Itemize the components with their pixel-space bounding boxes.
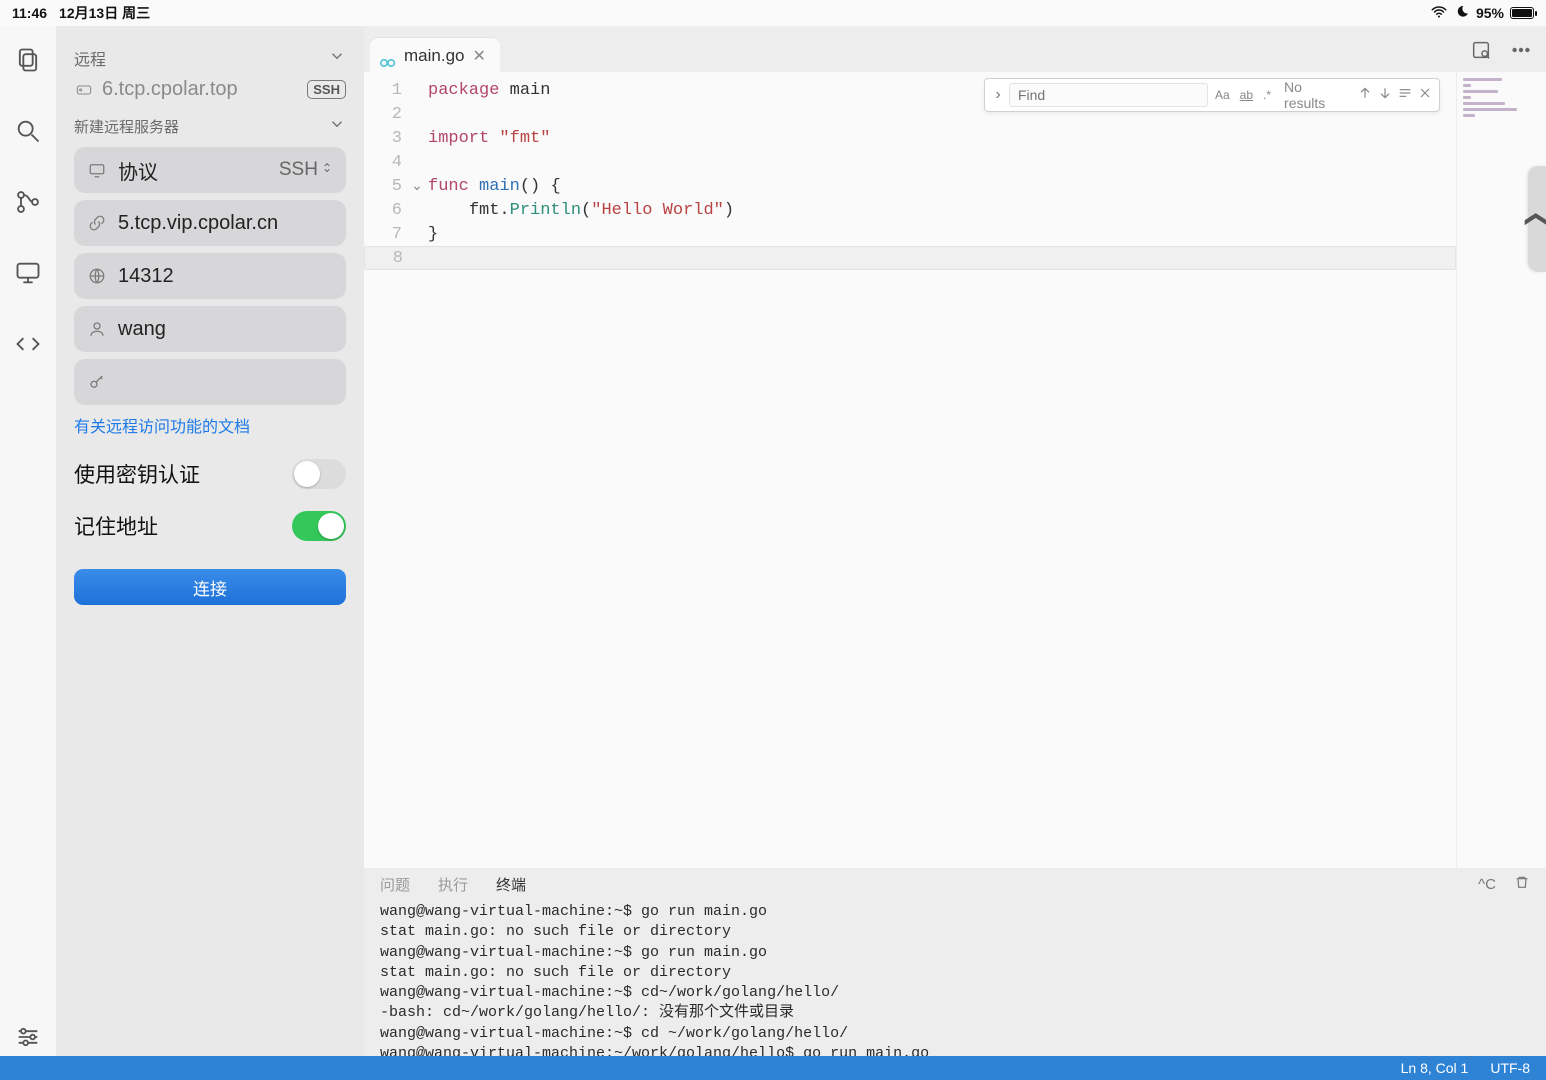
terminal-line: -bash: cd~/work/golang/hello/: 没有那个文件或目录 xyxy=(380,1003,1530,1023)
find-bar: › Aa ab .* No results xyxy=(984,78,1440,112)
terminal[interactable]: wang@wang-virtual-machine:~$ go run main… xyxy=(364,900,1546,1056)
encoding[interactable]: UTF-8 xyxy=(1490,1060,1530,1076)
preview-icon[interactable] xyxy=(1470,39,1492,66)
right-drawer-handle[interactable]: ❮ xyxy=(1528,166,1546,272)
tab-close-icon[interactable]: ✕ xyxy=(472,46,485,66)
find-close-icon[interactable] xyxy=(1417,85,1433,106)
trash-icon[interactable] xyxy=(1514,874,1530,894)
protocol-field[interactable]: 协议 SSH xyxy=(74,147,346,193)
search-icon[interactable] xyxy=(14,117,42,150)
port-value: 14312 xyxy=(118,265,174,288)
connect-button[interactable]: 连接 xyxy=(74,569,346,605)
settings-sliders-icon[interactable] xyxy=(14,1023,42,1056)
code-icon[interactable] xyxy=(14,330,42,363)
new-server-title: 新建远程服务器 xyxy=(74,116,179,137)
terminal-line: stat main.go: no such file or directory xyxy=(380,963,1530,983)
panel-shortcut-label: ^C xyxy=(1478,876,1496,893)
remote-docs-link[interactable]: 有关远程访问功能的文档 xyxy=(74,413,346,437)
code-line[interactable]: 4 xyxy=(364,150,1456,174)
editor-tabbar: main.go ✕ xyxy=(364,26,1546,72)
code-editor[interactable]: 1package main23import "fmt"45⌄func main(… xyxy=(364,72,1456,868)
panel-tab-run[interactable]: 执行 xyxy=(438,874,468,895)
find-next-icon[interactable] xyxy=(1377,85,1393,106)
find-regex-icon[interactable]: .* xyxy=(1260,88,1274,102)
protocol-value: SSH xyxy=(279,159,318,181)
host-field[interactable]: 5.tcp.vip.cpolar.cn xyxy=(74,200,346,246)
find-results-label: No results xyxy=(1278,79,1353,111)
find-input[interactable] xyxy=(1009,83,1208,107)
code-line[interactable]: 8 xyxy=(364,246,1456,270)
activity-bar xyxy=(0,26,56,1056)
panel-tab-terminal[interactable]: 终端 xyxy=(496,874,526,895)
panel-tab-problems[interactable]: 问题 xyxy=(380,874,410,895)
clock: 11:46 xyxy=(12,5,47,21)
saved-host-row[interactable]: 6.tcp.cpolar.top SSH xyxy=(74,78,346,101)
find-selection-icon[interactable] xyxy=(1397,85,1413,106)
updown-icon xyxy=(322,162,332,178)
remote-section-title: 远程 xyxy=(74,46,106,70)
protocol-label: 协议 xyxy=(118,156,158,185)
wifi-icon xyxy=(1430,3,1448,24)
source-control-icon[interactable] xyxy=(14,188,42,221)
ssh-badge: SSH xyxy=(307,80,346,99)
date: 12月13日 周三 xyxy=(59,3,150,23)
moon-icon xyxy=(1454,4,1470,23)
find-prev-icon[interactable] xyxy=(1357,85,1373,106)
remember-address-label: 记住地址 xyxy=(74,511,158,541)
ios-status-bar: 11:46 12月13日 周三 95% xyxy=(0,0,1546,26)
port-field[interactable]: 14312 xyxy=(74,253,346,299)
remote-icon[interactable] xyxy=(14,259,42,292)
terminal-line: wang@wang-virtual-machine:~$ go run main… xyxy=(380,902,1530,922)
code-line[interactable]: 6 fmt.Println("Hello World") xyxy=(364,198,1456,222)
chevron-down-icon[interactable] xyxy=(328,115,346,137)
terminal-line: wang@wang-virtual-machine:~/work/golang/… xyxy=(380,1044,1530,1056)
find-case-icon[interactable]: Aa xyxy=(1212,88,1233,102)
files-icon[interactable] xyxy=(14,46,42,79)
use-key-auth-label: 使用密钥认证 xyxy=(74,459,200,489)
more-icon[interactable] xyxy=(1510,39,1532,66)
tab-filename: main.go xyxy=(404,46,464,66)
find-expand-icon[interactable]: › xyxy=(991,86,1005,104)
go-file-icon xyxy=(380,52,396,60)
host-value: 5.tcp.vip.cpolar.cn xyxy=(118,212,278,235)
code-line[interactable]: 3import "fmt" xyxy=(364,126,1456,150)
key-field[interactable] xyxy=(74,359,346,405)
code-line[interactable]: 7} xyxy=(364,222,1456,246)
bottom-panel: 问题 执行 终端 ^C wang@wang-virtual-machine:~$… xyxy=(364,868,1546,1056)
battery-percent: 95% xyxy=(1476,5,1504,21)
use-key-auth-toggle[interactable] xyxy=(292,459,346,489)
saved-host-label: 6.tcp.cpolar.top xyxy=(102,78,238,101)
remote-panel: 远程 6.tcp.cpolar.top SSH 新建远程服务器 协议 SSH 5… xyxy=(56,26,364,1056)
cursor-position[interactable]: Ln 8, Col 1 xyxy=(1401,1060,1469,1076)
tab-main-go[interactable]: main.go ✕ xyxy=(370,38,500,72)
remember-address-toggle[interactable] xyxy=(292,511,346,541)
chevron-down-icon[interactable] xyxy=(328,47,346,70)
user-value: wang xyxy=(118,318,166,341)
terminal-line: wang@wang-virtual-machine:~$ cd~/work/go… xyxy=(380,983,1530,1003)
user-field[interactable]: wang xyxy=(74,306,346,352)
battery-icon xyxy=(1510,7,1534,19)
terminal-line: wang@wang-virtual-machine:~$ go run main… xyxy=(380,943,1530,963)
code-line[interactable]: 5⌄func main() { xyxy=(364,174,1456,198)
terminal-line: stat main.go: no such file or directory xyxy=(380,922,1530,942)
status-bar: Ln 8, Col 1 UTF-8 xyxy=(0,1056,1546,1080)
find-word-icon[interactable]: ab xyxy=(1237,88,1256,102)
terminal-line: wang@wang-virtual-machine:~$ cd ~/work/g… xyxy=(380,1024,1530,1044)
